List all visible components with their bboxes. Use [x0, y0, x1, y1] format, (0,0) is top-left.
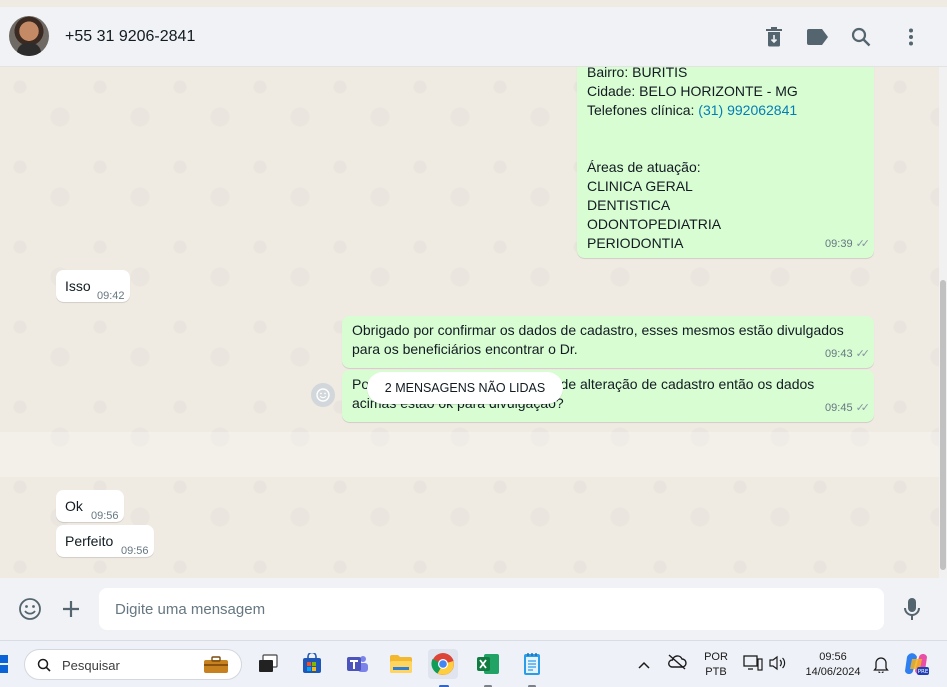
message-time: 09:56: [121, 545, 149, 557]
message-line: Bairro: BURITIS: [587, 67, 688, 80]
message-time: 09:45 ✓✓: [825, 402, 871, 414]
excel-icon[interactable]: [473, 649, 503, 679]
search-icon[interactable]: [849, 25, 873, 49]
taskbar-search[interactable]: Pesquisar: [24, 649, 242, 680]
contact-avatar[interactable]: [9, 16, 49, 56]
message-line: ODONTOPEDIATRIA: [587, 216, 722, 232]
notification-bell-icon[interactable]: [873, 655, 889, 678]
chrome-icon[interactable]: [428, 649, 458, 679]
emoji-icon[interactable]: [17, 596, 43, 622]
teams-icon[interactable]: [342, 649, 372, 679]
clock[interactable]: 09:56 14/06/2024: [798, 650, 868, 680]
message-bubble-incoming[interactable]: Isso 09:42: [56, 270, 130, 302]
cloud-offline-icon[interactable]: [667, 654, 687, 675]
message-line: Cidade: BELO HORIZONTE - MG: [587, 83, 798, 99]
notepad-icon[interactable]: [517, 649, 547, 679]
read-ticks-icon: ✓✓: [855, 402, 871, 414]
contact-name[interactable]: +55 31 9206-2841: [65, 28, 195, 46]
chat-scrollbar[interactable]: [939, 67, 947, 578]
windows-start-icon[interactable]: [0, 655, 10, 675]
message-time: 09:42: [97, 290, 125, 302]
label-icon[interactable]: [806, 25, 830, 49]
network-icon[interactable]: [743, 655, 763, 676]
search-icon: [37, 658, 51, 672]
chat-header: +55 31 9206-2841: [0, 7, 947, 67]
menu-icon[interactable]: [899, 25, 923, 49]
folder-icon[interactable]: [386, 649, 416, 679]
message-text: Ok: [65, 498, 83, 514]
message-bubble-incoming[interactable]: Ok 09:56: [56, 490, 124, 522]
message-time: 09:43 ✓✓: [825, 348, 871, 360]
message-input[interactable]: [99, 588, 884, 630]
message-line: [587, 120, 867, 139]
message-time: 09:39 ✓✓: [825, 238, 871, 250]
emoji-reaction-button[interactable]: [311, 383, 335, 407]
read-ticks-icon: ✓✓: [855, 348, 871, 360]
copilot-icon[interactable]: PRE: [903, 651, 929, 682]
read-ticks-icon: ✓✓: [855, 238, 871, 250]
message-text: Isso: [65, 278, 91, 294]
message-line: CLINICA GERAL: [587, 178, 693, 194]
briefcase-icon: [204, 656, 228, 673]
chevron-up-icon[interactable]: [637, 657, 651, 675]
taskbar-search-placeholder: Pesquisar: [62, 658, 120, 673]
task-view-icon[interactable]: [253, 649, 283, 679]
volume-icon[interactable]: [768, 655, 788, 676]
input-language[interactable]: POR PTB: [700, 650, 732, 680]
phone-link[interactable]: (31) 992062841: [698, 102, 797, 118]
chat-area[interactable]: Bairro: BURITIS Cidade: BELO HORIZONTE -…: [0, 67, 939, 578]
message-time: 09:56: [91, 510, 119, 522]
message-bubble-outgoing[interactable]: Bairro: BURITIS Cidade: BELO HORIZONTE -…: [577, 67, 874, 258]
message-line: [587, 139, 867, 158]
store-icon[interactable]: [297, 649, 327, 679]
unread-messages-badge: 2 MENSAGENS NÃO LIDAS: [367, 372, 563, 404]
attach-plus-icon[interactable]: [58, 596, 84, 622]
unread-divider: [0, 432, 939, 477]
message-text: Perfeito: [65, 533, 114, 549]
message-line: Telefones clínica: (31) 992062841: [587, 102, 798, 118]
message-text: Obrigado por confirmar os dados de cadas…: [352, 322, 844, 357]
message-composer: [0, 578, 947, 640]
message-line: DENTISTICA: [587, 197, 671, 213]
scrollbar-thumb[interactable]: [940, 280, 946, 570]
message-bubble-incoming[interactable]: Perfeito 09:56: [56, 525, 154, 557]
svg-text:PRE: PRE: [918, 669, 929, 675]
microphone-icon[interactable]: [899, 596, 925, 622]
message-line: Áreas de atuação:: [587, 159, 701, 175]
delete-icon[interactable]: [762, 25, 786, 49]
message-bubble-outgoing[interactable]: Obrigado por confirmar os dados de cadas…: [342, 316, 874, 368]
windows-taskbar: Pesquisar POR PTB 09:56 14/06/2024 PRE: [0, 640, 947, 687]
